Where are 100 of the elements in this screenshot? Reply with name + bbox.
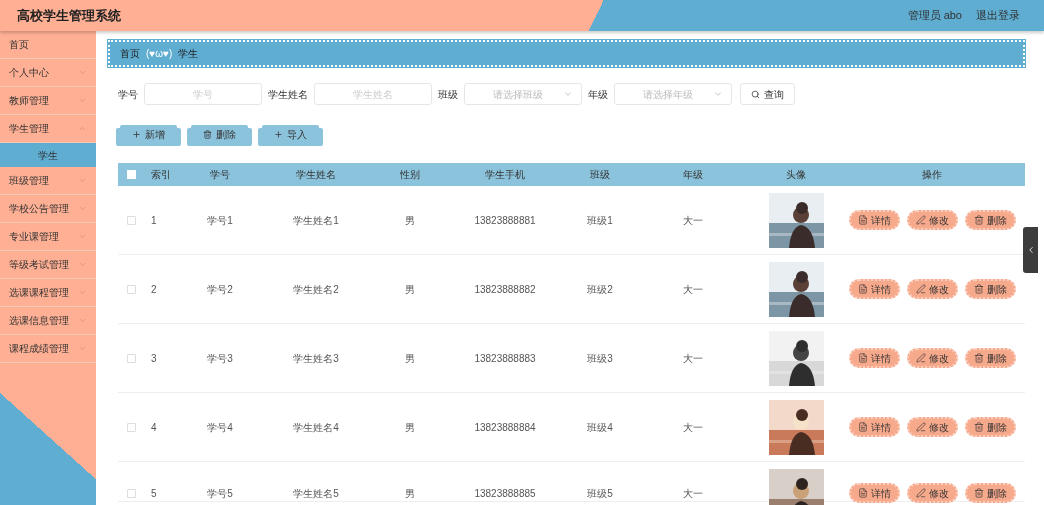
sidebar-subitem[interactable]: 学生 (0, 143, 96, 167)
document-icon (857, 422, 868, 432)
table-cell: 5 (151, 487, 157, 499)
table-cell: 13823888884 (474, 421, 536, 433)
table-cell: 男 (405, 487, 415, 499)
side-panel-toggle[interactable] (1023, 227, 1038, 273)
chevron-icon (78, 232, 87, 241)
checkbox[interactable] (127, 284, 136, 294)
breadcrumb-separator: (♥ω♥) (146, 47, 173, 61)
table-cell: 班级1 (587, 214, 613, 226)
action-button[interactable]: 修改 (906, 483, 958, 503)
column-header: 学生姓名 (295, 168, 337, 182)
table-cell: 班级4 (587, 421, 613, 433)
action-button[interactable]: 删除 (964, 483, 1016, 503)
trash-icon (973, 353, 984, 363)
chevron-icon (78, 288, 87, 297)
plus-icon (132, 129, 141, 139)
table-cell: 学生姓名2 (293, 283, 339, 295)
table-cell: 学号2 (207, 283, 233, 295)
table-cell: 大一 (683, 214, 703, 226)
chevron-icon (78, 204, 87, 213)
action-button[interactable]: 详情 (848, 279, 900, 299)
table-cell: 学生姓名3 (293, 352, 339, 364)
table-cell: 学号5 (207, 487, 233, 499)
action-button[interactable]: 删除 (964, 417, 1016, 437)
trash-icon (973, 215, 984, 225)
filter-label: 学号 (118, 87, 138, 102)
action-button[interactable]: 详情 (848, 417, 900, 437)
table-cell: 男 (405, 283, 415, 295)
action-button[interactable]: 删除 (964, 279, 1016, 299)
search-icon (751, 89, 760, 99)
column-header: 性别 (399, 168, 421, 182)
app-title: 高校学生管理系统 (17, 6, 121, 25)
column-header: 索引 (150, 168, 172, 182)
chevron-icon (713, 89, 723, 99)
table-cell: 大一 (683, 421, 703, 433)
column-header: 学生手机 (484, 168, 526, 182)
breadcrumb-current: 学生 (178, 47, 199, 61)
trash-icon (973, 422, 984, 432)
chevron-icon (78, 124, 87, 133)
filter-label: 学生姓名 (268, 87, 308, 102)
chevron-icon (78, 344, 87, 353)
chevron-icon (78, 68, 87, 77)
table-cell: 13823888885 (474, 487, 536, 499)
table-cell: 13823888882 (474, 283, 536, 295)
pen-icon (915, 422, 926, 432)
search-button[interactable]: 查询 (740, 83, 795, 105)
chevron-icon (78, 260, 87, 269)
logout-link[interactable]: 退出登录 (976, 7, 1020, 24)
table-cell: 2 (151, 283, 157, 295)
table-cell: 学生姓名5 (293, 487, 339, 499)
pen-icon (915, 284, 926, 294)
checkbox[interactable] (127, 488, 136, 498)
table-cell: 男 (405, 421, 415, 433)
document-icon (857, 215, 868, 225)
trash-icon (973, 488, 984, 498)
table-cell: 1 (151, 214, 157, 226)
action-button[interactable]: 删除 (964, 348, 1016, 368)
plus-icon (274, 129, 283, 139)
trash-icon (203, 129, 212, 139)
column-header: 操作 (921, 168, 943, 182)
table-cell: 学生姓名1 (293, 214, 339, 226)
action-button[interactable]: 删除 (964, 210, 1016, 230)
action-button[interactable]: 修改 (906, 279, 958, 299)
trash-icon (973, 284, 984, 294)
pen-icon (915, 215, 926, 225)
table-cell: 学生姓名4 (293, 421, 339, 433)
table-cell: 4 (151, 421, 157, 433)
table-cell: 班级3 (587, 352, 613, 364)
filter-label: 年级 (588, 87, 608, 102)
user-label: 管理员 abo (907, 8, 962, 24)
chevron-icon (78, 96, 87, 105)
checkbox[interactable] (127, 353, 136, 363)
action-button[interactable]: 详情 (848, 210, 900, 230)
action-button[interactable]: 详情 (848, 348, 900, 368)
chevron-icon (78, 316, 87, 325)
action-button[interactable]: 修改 (906, 417, 958, 437)
table-cell: 13823888881 (474, 214, 536, 226)
document-icon (857, 488, 868, 498)
table-cell: 3 (151, 352, 157, 364)
filter-label: 班级 (438, 87, 458, 102)
table-cell: 男 (405, 352, 415, 364)
checkbox[interactable] (127, 215, 136, 225)
breadcrumb-link[interactable]: 首页 (120, 46, 140, 61)
table-cell: 大一 (683, 487, 703, 499)
pen-icon (915, 488, 926, 498)
chevron-icon (563, 89, 573, 99)
column-header: 年级 (682, 168, 704, 182)
action-button[interactable]: 修改 (906, 210, 958, 230)
table-cell: 男 (405, 214, 415, 226)
table-cell: 13823888883 (474, 352, 536, 364)
column-header: 学号 (209, 168, 231, 182)
document-icon (857, 353, 868, 363)
document-icon (857, 284, 868, 294)
table-cell: 班级5 (587, 487, 613, 499)
checkbox[interactable] (127, 422, 136, 432)
action-button[interactable]: 详情 (848, 483, 900, 503)
action-button[interactable]: 修改 (906, 348, 958, 368)
pen-icon (915, 353, 926, 363)
table-cell: 学号3 (207, 352, 233, 364)
